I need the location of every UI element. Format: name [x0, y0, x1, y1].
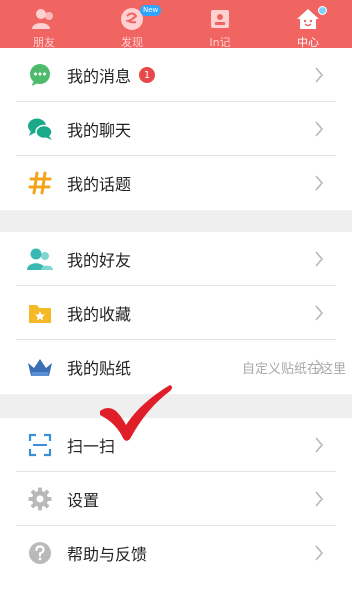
list-group-1: 我的消息 1 我的聊天 我的话题: [0, 48, 352, 210]
list-group-3: 扫一扫 设置 帮助与反馈: [0, 418, 352, 580]
tab-center[interactable]: 中心: [264, 0, 352, 54]
tab-discover[interactable]: New 发现: [88, 0, 176, 54]
chat-icon: [27, 116, 53, 142]
sticker-crown-icon: [27, 354, 53, 380]
chevron-right-icon: [315, 305, 324, 321]
menu-item-my-favorites[interactable]: 我的收藏: [0, 286, 352, 340]
in-note-icon: [207, 6, 233, 32]
help-icon: [27, 540, 53, 566]
hashtag-icon: [27, 170, 53, 196]
message-icon: [27, 62, 53, 88]
chevron-right-icon: [315, 545, 324, 561]
menu-item-label: 我的好友: [67, 251, 132, 270]
bottom-spacer: [0, 580, 352, 600]
chevron-right-icon: [315, 437, 324, 453]
chevron-right-icon: [315, 175, 324, 191]
favorite-folder-icon: [27, 300, 53, 326]
sticker-hint-text: 自定义贴纸在这里: [241, 361, 346, 377]
red-checkmark-icon: [100, 385, 172, 441]
menu-item-my-topics[interactable]: 我的话题: [0, 156, 352, 210]
menu-item-scan[interactable]: 扫一扫: [0, 418, 352, 472]
menu-item-label: 帮助与反馈: [67, 545, 148, 564]
scan-icon: [27, 432, 53, 458]
chevron-right-icon: [315, 491, 324, 507]
chevron-right-icon: [315, 67, 324, 83]
menu-item-label: 我的收藏: [67, 305, 132, 324]
top-tab-bar: 朋友 New 发现 In记 中心: [0, 0, 352, 54]
menu-item-settings[interactable]: 设置: [0, 472, 352, 526]
menu-item-label: 我的贴纸: [67, 359, 132, 378]
friends-icon: [31, 6, 57, 32]
menu-item-help-feedback[interactable]: 帮助与反馈: [0, 526, 352, 580]
chevron-right-icon: [315, 121, 324, 137]
tab-in-note[interactable]: In记: [176, 0, 264, 54]
menu-item-my-messages[interactable]: 我的消息 1: [0, 48, 352, 102]
settings-gear-icon: [27, 486, 53, 512]
notification-dot: [318, 6, 327, 15]
menu-item-my-stickers[interactable]: 我的贴纸 自定义贴纸在这里: [0, 340, 352, 394]
menu-item-my-chats[interactable]: 我的聊天: [0, 102, 352, 156]
unread-count-badge: 1: [139, 67, 156, 83]
menu-item-label: 我的聊天: [67, 121, 132, 140]
chevron-right-icon: [315, 251, 324, 267]
friend-icon: [27, 246, 53, 272]
tab-friends[interactable]: 朋友: [0, 0, 88, 54]
menu-item-label: 设置: [67, 491, 100, 510]
menu-item-my-friends[interactable]: 我的好友: [0, 232, 352, 286]
list-group-2: 我的好友 我的收藏 我的贴纸 自定义贴纸在这里: [0, 232, 352, 394]
menu-item-label: 我的消息: [67, 67, 132, 86]
chevron-right-icon: [315, 359, 324, 375]
menu-item-label: 我的话题: [67, 175, 132, 194]
new-badge: New: [140, 5, 162, 16]
